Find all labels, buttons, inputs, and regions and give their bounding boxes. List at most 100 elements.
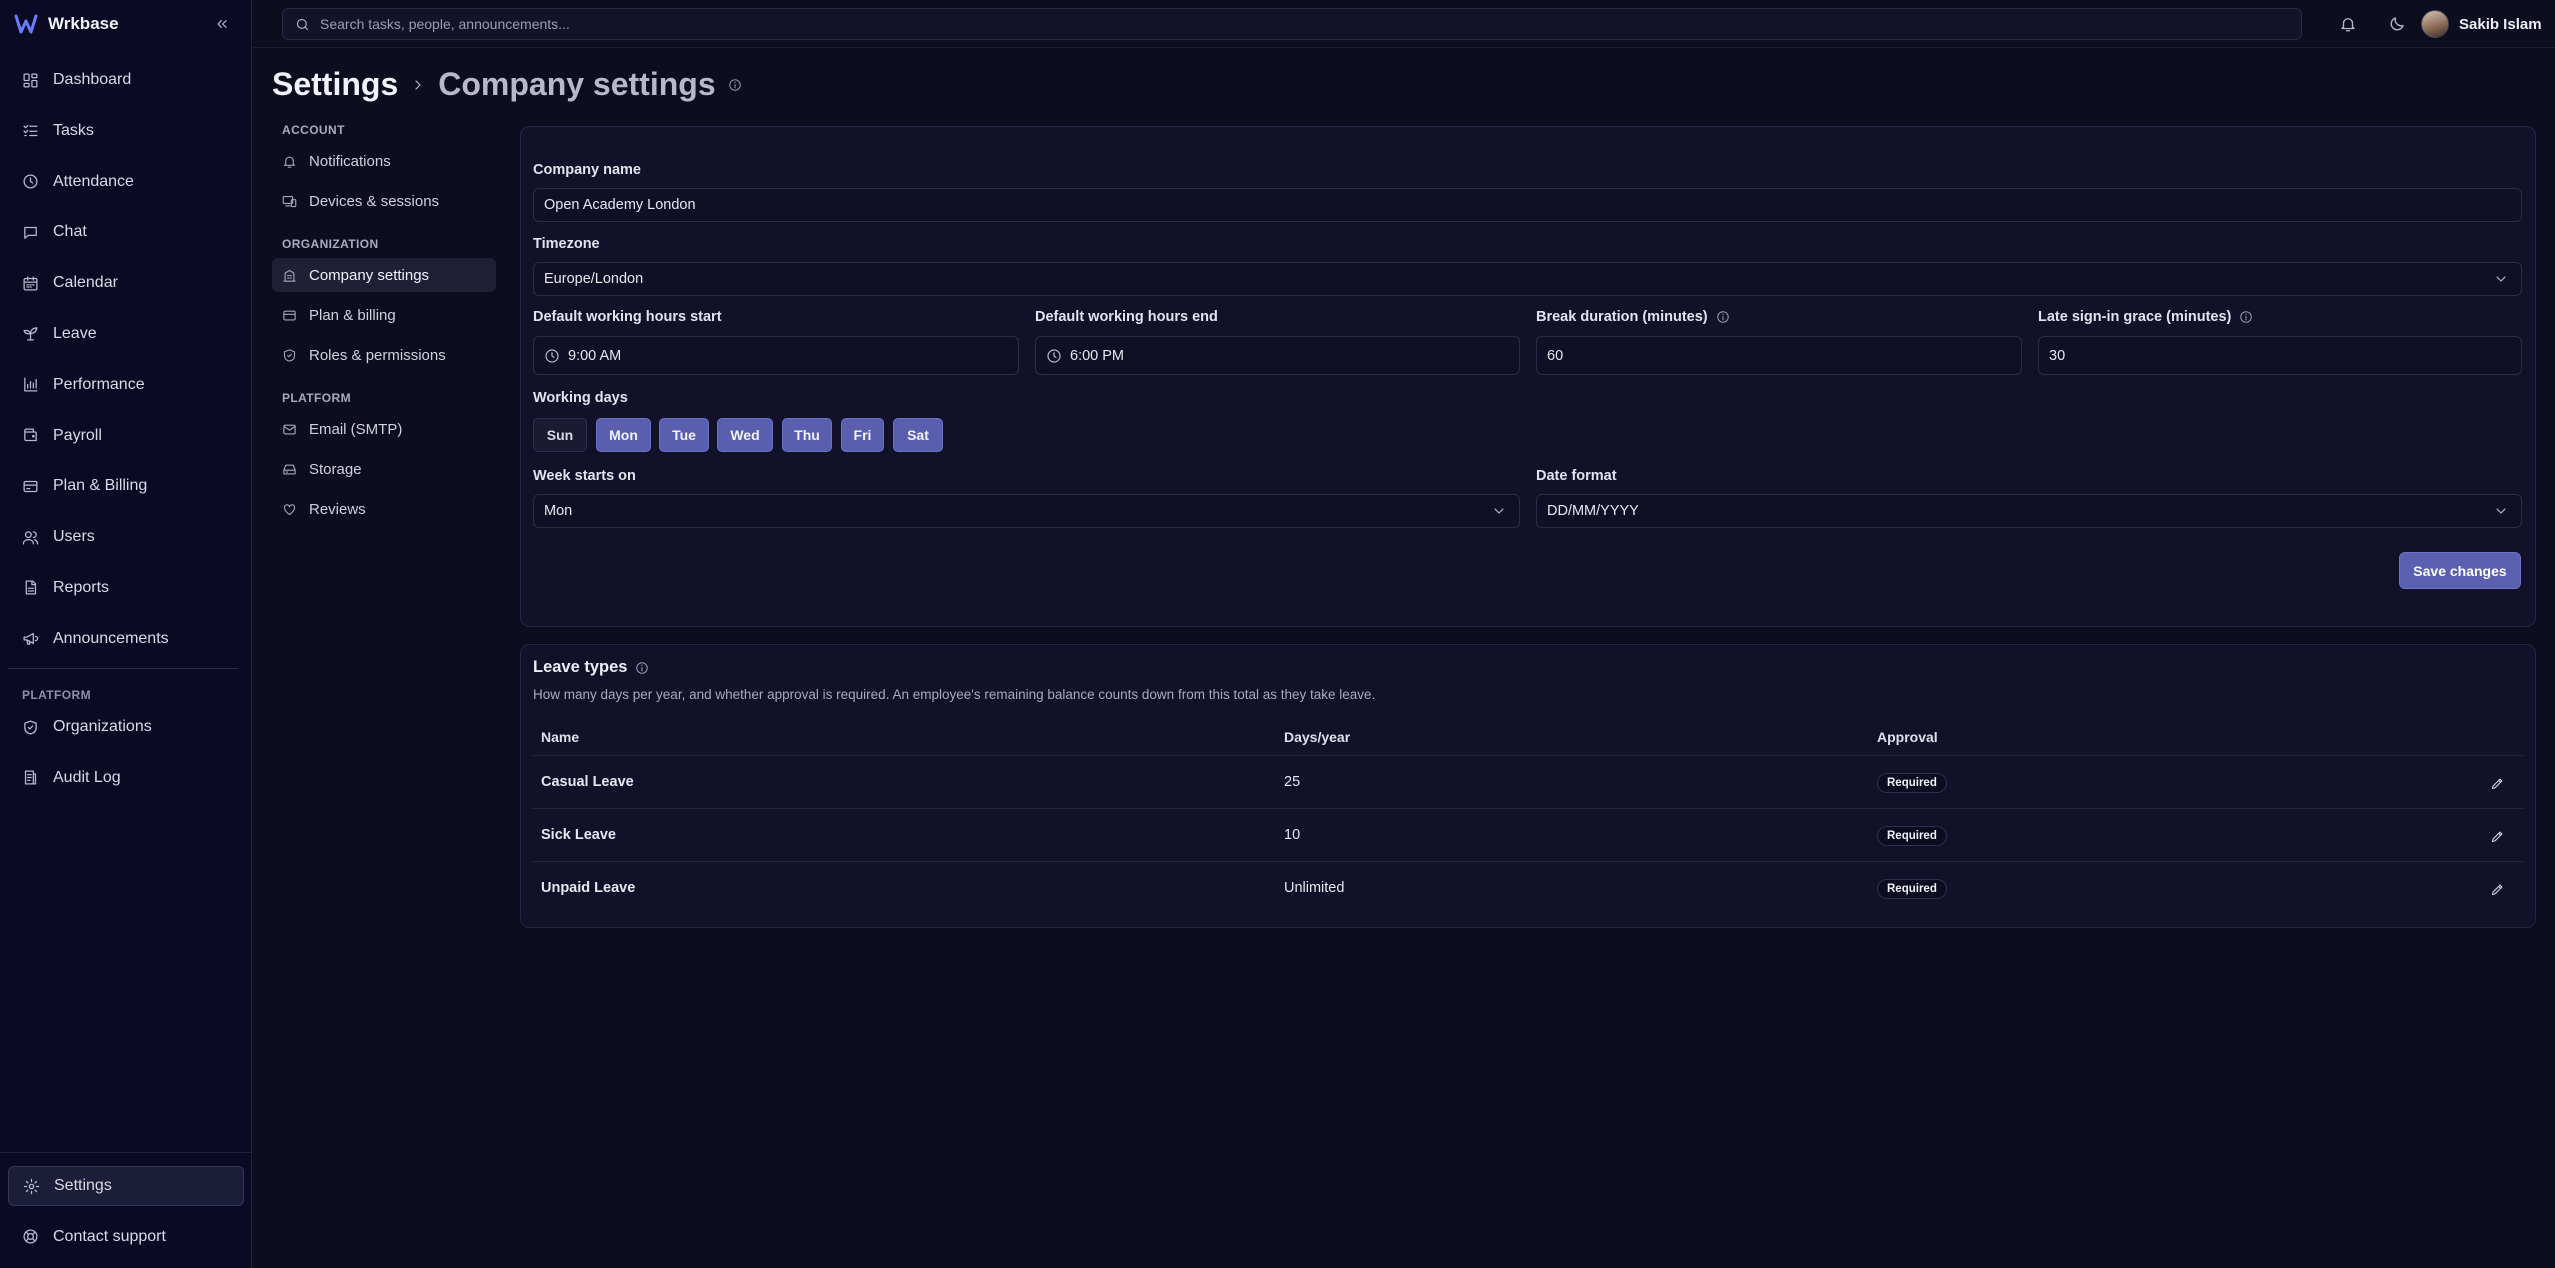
settings-item-label: Email (SMTP) [309,420,403,438]
sidebar-item-attendance[interactable]: Attendance [8,162,244,202]
wallet-icon [24,428,37,442]
sidebar-item-contact-support[interactable]: Contact support [8,1217,244,1257]
sidebar-item-dashboard[interactable]: Dashboard [8,60,244,100]
settings-item-reviews[interactable]: Reviews [272,492,496,526]
column-header-approval: Approval [1877,729,1938,745]
tasks-icon [23,125,38,137]
week-start-select[interactable]: Mon [533,494,1520,528]
user-menu[interactable]: Sakib Islam [2421,10,2542,38]
settings-item-email-smtp[interactable]: Email (SMTP) [272,412,496,446]
day-toggle-sat[interactable]: Sat [893,418,943,452]
date-format-label: Date format [1536,468,1617,484]
leave-types-title-text: Leave types [533,658,628,676]
save-changes-button[interactable]: Save changes [2399,552,2521,589]
leave-days-cell: Unlimited [1284,880,1345,896]
sidebar-item-plan-billing[interactable]: Plan & Billing [8,466,244,506]
clock-icon [23,174,38,189]
brand-name: Wrkbase [48,14,119,33]
building-icon [283,269,296,282]
sidebar-item-calendar[interactable]: Calendar [8,263,244,303]
leave-name-cell: Sick Leave [541,827,616,843]
clock-icon [545,348,559,363]
sidebar-item-label: Payroll [53,426,102,444]
day-toggle-thu[interactable]: Thu [782,418,832,452]
sidebar-platform-nav: Organizations Audit Log [8,707,244,809]
settings-item-roles-permissions[interactable]: Roles & permissions [272,338,496,372]
support-icon [23,1229,38,1244]
mail-icon [283,424,296,434]
sidebar-item-payroll[interactable]: Payroll [8,416,244,456]
sidebar-item-users[interactable]: Users [8,517,244,557]
settings-item-company-settings[interactable]: Company settings [272,258,496,292]
edit-leave-button[interactable] [2486,878,2508,900]
search-bar[interactable] [282,8,2302,40]
theme-toggle-button[interactable] [2385,12,2409,36]
sidebar-item-announcements[interactable]: Announcements [8,619,244,659]
company-name-label: Company name [533,162,641,178]
day-toggle-sun[interactable]: Sun [533,418,587,452]
timezone-value: Europe/London [544,271,644,287]
settings-item-label: Notifications [309,152,391,170]
edit-leave-button[interactable] [2486,825,2508,847]
late-grace-input[interactable]: 30 [2038,336,2522,375]
chevron-down-icon [2496,276,2506,282]
info-icon[interactable] [1716,310,1730,324]
edit-leave-button[interactable] [2486,772,2508,794]
sidebar-section-platform: PLATFORM [22,688,91,702]
sidebar: Wrkbase Dashboard Tasks Attendance Chat … [0,0,252,1268]
shield-icon [24,719,37,735]
working-days-label: Working days [533,390,628,406]
search-input[interactable] [320,16,2220,32]
break-duration-input[interactable]: 60 [1536,336,2022,375]
table-divider [533,808,2523,809]
settings-item-notifications[interactable]: Notifications [272,144,496,178]
sidebar-item-label: Chat [53,223,87,241]
card-icon [23,480,38,492]
info-icon[interactable] [2239,310,2253,324]
date-format-select[interactable]: DD/MM/YYYY [1536,494,2522,528]
day-toggle-wed[interactable]: Wed [717,418,773,452]
hours-start-input[interactable]: 9:00 AM [533,336,1019,375]
leave-name-cell: Unpaid Leave [541,880,636,896]
page-title: Company settings [438,66,716,102]
settings-item-storage[interactable]: Storage [272,452,496,486]
break-duration-label: Break duration (minutes) [1536,309,1730,325]
collapse-sidebar-button[interactable] [210,12,234,36]
settings-section-organization: ORGANIZATION [282,237,379,251]
sidebar-nav: Dashboard Tasks Attendance Chat Calendar… [8,60,244,670]
leave-types-title: Leave types [533,658,649,677]
notifications-button[interactable] [2336,12,2360,36]
settings-section-platform: PLATFORM [282,391,351,405]
settings-item-plan-billing[interactable]: Plan & billing [272,298,496,332]
storage-icon [283,464,296,474]
table-divider [533,755,2523,756]
sidebar-item-audit-log[interactable]: Audit Log [8,758,244,798]
day-toggle-tue[interactable]: Tue [659,418,709,452]
sidebar-item-label: Performance [53,375,145,393]
leave-types-description: How many days per year, and whether appr… [533,687,1376,702]
day-toggle-mon[interactable]: Mon [596,418,651,452]
break-duration-label-text: Break duration (minutes) [1536,309,1708,325]
chevrons-left-icon [217,20,227,28]
day-toggle-fri[interactable]: Fri [841,418,884,452]
sidebar-item-organizations[interactable]: Organizations [8,707,244,747]
brand[interactable]: Wrkbase [14,10,119,38]
info-icon[interactable] [635,661,649,675]
breadcrumb-settings[interactable]: Settings [272,66,398,103]
hours-end-input[interactable]: 6:00 PM [1035,336,1520,375]
week-start-label: Week starts on [533,468,636,484]
sidebar-item-leave[interactable]: Leave [8,314,244,354]
company-name-input[interactable]: Open Academy London [533,188,2522,222]
sidebar-item-settings[interactable]: Settings [8,1166,244,1206]
sidebar-item-performance[interactable]: Performance [8,365,244,405]
sidebar-item-label: Tasks [53,121,94,139]
chevron-right-icon [415,79,421,90]
timezone-select[interactable]: Europe/London [533,262,2522,296]
settings-item-devices-sessions[interactable]: Devices & sessions [272,184,496,218]
pencil-icon [2491,884,2502,895]
search-icon [296,18,309,30]
sidebar-item-tasks[interactable]: Tasks [8,111,244,151]
sidebar-item-reports[interactable]: Reports [8,568,244,608]
settings-item-label: Plan & billing [309,306,396,324]
sidebar-item-chat[interactable]: Chat [8,212,244,252]
